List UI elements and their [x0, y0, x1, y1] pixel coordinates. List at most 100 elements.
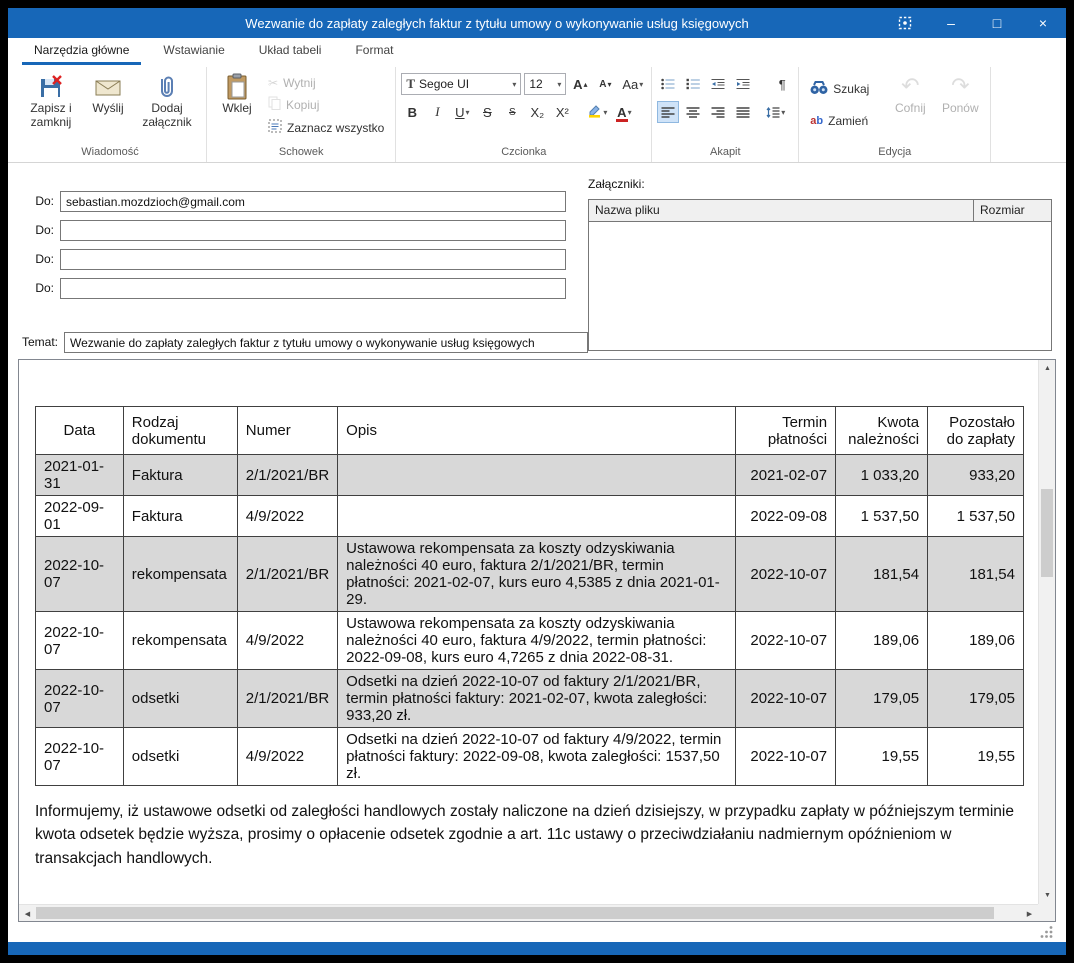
table-cell: 2022-09-01	[36, 496, 124, 537]
paste-label: Wklej	[222, 102, 251, 116]
save-close-button[interactable]: Zapisz i zamknij	[19, 67, 83, 132]
column-header: Data	[36, 407, 124, 455]
attachments-header: Nazwa pliku Rozmiar	[589, 200, 1051, 222]
horizontal-scrollbar-thumb[interactable]	[36, 907, 994, 919]
font-color-button[interactable]: A ▾	[613, 101, 635, 123]
font-size-select[interactable]: 12 ▾	[524, 73, 566, 95]
table-row: 2022-10-07rekompensata2/1/2021/BRUstawow…	[36, 537, 1024, 612]
copy-button[interactable]: Kopiuj	[262, 93, 390, 116]
close-button[interactable]: ×	[1020, 8, 1066, 38]
group-paragraph: ¶ ▾	[652, 67, 799, 162]
attachments-list[interactable]	[589, 222, 1051, 350]
align-center-button[interactable]	[682, 101, 704, 123]
interest-notice-text: Informujemy, iż ustawowe odsetki od zale…	[35, 800, 1018, 870]
resize-grip[interactable]	[1039, 924, 1054, 944]
paste-button[interactable]: Wklej	[212, 67, 262, 118]
double-strikethrough-button[interactable]: S	[501, 101, 523, 123]
table-cell: Odsetki na dzień 2022-10-07 od faktury 2…	[338, 670, 736, 728]
vertical-scrollbar-thumb[interactable]	[1041, 489, 1053, 577]
shrink-font-button[interactable]: A▾	[594, 73, 616, 95]
table-cell: 19,55	[928, 728, 1024, 786]
add-attachment-button[interactable]: Dodaj załącznik	[133, 67, 201, 132]
subscript-button[interactable]: X₂	[526, 101, 548, 123]
pilcrow-button[interactable]: ¶	[771, 73, 793, 95]
strikethrough-button[interactable]: S	[476, 101, 498, 123]
add-attachment-label: Dodaj załącznik	[139, 102, 195, 130]
attachment-icon	[154, 72, 180, 102]
maximize-button[interactable]: □	[974, 8, 1020, 38]
redo-button[interactable]: ↷ Ponów	[935, 67, 985, 118]
table-cell: rekompensata	[123, 612, 237, 670]
redo-label: Ponów	[942, 102, 979, 116]
bullet-list-button[interactable]	[657, 73, 679, 95]
tab-format[interactable]: Format	[343, 38, 405, 65]
tab-uklad-tabeli[interactable]: Układ tabeli	[247, 38, 334, 65]
to-label-1: Do:	[14, 194, 54, 208]
font-name-value: Segoe UI	[419, 77, 469, 91]
to-input-1[interactable]	[60, 191, 566, 212]
grow-font-button[interactable]: A▴	[569, 73, 591, 95]
select-all-button[interactable]: Zaznacz wszystko	[262, 116, 390, 139]
decrease-indent-button[interactable]	[707, 73, 729, 95]
replace-button[interactable]: ab Zamień	[804, 111, 875, 131]
table-cell: 2/1/2021/BR	[237, 670, 337, 728]
table-row: 2021-01-31Faktura2/1/2021/BR2021-02-071 …	[36, 455, 1024, 496]
table-row: 2022-09-01Faktura4/9/20222022-09-081 537…	[36, 496, 1024, 537]
table-cell: 179,05	[928, 670, 1024, 728]
group-label-message: Wiadomość	[19, 144, 201, 162]
chevron-down-icon: ▾	[512, 80, 516, 89]
minimize-button[interactable]: –	[928, 8, 974, 38]
numbered-list-button[interactable]	[682, 73, 704, 95]
attachments-column-size[interactable]: Rozmiar	[973, 200, 1051, 221]
find-label: Szukaj	[833, 82, 869, 96]
scroll-down-button[interactable]: ▼	[1039, 887, 1056, 904]
scroll-up-button[interactable]: ▲	[1039, 360, 1056, 377]
change-case-button[interactable]: Aa▾	[619, 73, 646, 95]
mail-compose-window: Wezwanie do zapłaty zaległych faktur z t…	[8, 8, 1066, 955]
subject-label: Temat:	[14, 335, 58, 349]
select-all-icon	[268, 119, 282, 136]
align-justify-button[interactable]	[732, 101, 754, 123]
bold-button[interactable]: B	[401, 101, 423, 123]
cut-button[interactable]: ✂ Wytnij	[262, 73, 390, 93]
to-input-3[interactable]	[60, 249, 566, 270]
tab-wstawianie[interactable]: Wstawianie	[151, 38, 236, 65]
tab-narzedzia-glowne[interactable]: Narzędzia główne	[22, 38, 141, 65]
undo-button[interactable]: ↶ Cofnij	[885, 67, 935, 118]
line-spacing-button[interactable]: ▾	[763, 101, 788, 123]
find-button[interactable]: Szukaj	[804, 77, 875, 101]
increase-indent-button[interactable]	[732, 73, 754, 95]
attachments-table: Nazwa pliku Rozmiar	[588, 199, 1052, 351]
font-name-select[interactable]: T Segoe UI ▾	[401, 73, 521, 95]
vertical-scrollbar[interactable]: ▲ ▼	[1038, 360, 1055, 904]
italic-button[interactable]: I	[426, 101, 448, 123]
horizontal-scrollbar[interactable]: ◀ ▶	[19, 904, 1038, 921]
scroll-right-button[interactable]: ▶	[1021, 905, 1038, 922]
table-row: 2022-10-07odsetki4/9/2022Odsetki na dzie…	[36, 728, 1024, 786]
group-editing: Szukaj ab Zamień ↶ Cofnij ↷ Ponów Edycja	[799, 67, 991, 162]
align-right-button[interactable]	[707, 101, 729, 123]
send-button[interactable]: Wyślij	[83, 67, 133, 118]
attachments-column-name[interactable]: Nazwa pliku	[589, 200, 973, 221]
superscript-button[interactable]: X²	[551, 101, 573, 123]
to-input-4[interactable]	[60, 278, 566, 299]
table-cell: 2/1/2021/BR	[237, 455, 337, 496]
attachments-label: Załączniki:	[588, 177, 645, 191]
titlebar[interactable]: Wezwanie do zapłaty zaległych faktur z t…	[8, 8, 1066, 38]
scrollbar-corner	[1038, 904, 1055, 921]
scroll-left-button[interactable]: ◀	[19, 905, 36, 922]
table-cell: 2/1/2021/BR	[237, 537, 337, 612]
align-center-icon	[686, 107, 700, 118]
table-cell: Ustawowa rekompensata za koszty odzyskiw…	[338, 612, 736, 670]
align-left-button[interactable]	[657, 101, 679, 123]
snip-icon[interactable]	[882, 8, 928, 38]
table-cell: odsetki	[123, 728, 237, 786]
highlight-color-button[interactable]: ▾	[584, 101, 610, 123]
save-close-icon	[38, 72, 64, 102]
to-input-2[interactable]	[60, 220, 566, 241]
subject-input[interactable]	[64, 332, 588, 353]
line-spacing-icon	[766, 107, 780, 118]
bottom-strip	[8, 922, 1066, 942]
message-body[interactable]: DataRodzaj dokumentuNumerOpisTermin płat…	[19, 360, 1038, 904]
underline-button[interactable]: U▾	[451, 101, 473, 123]
